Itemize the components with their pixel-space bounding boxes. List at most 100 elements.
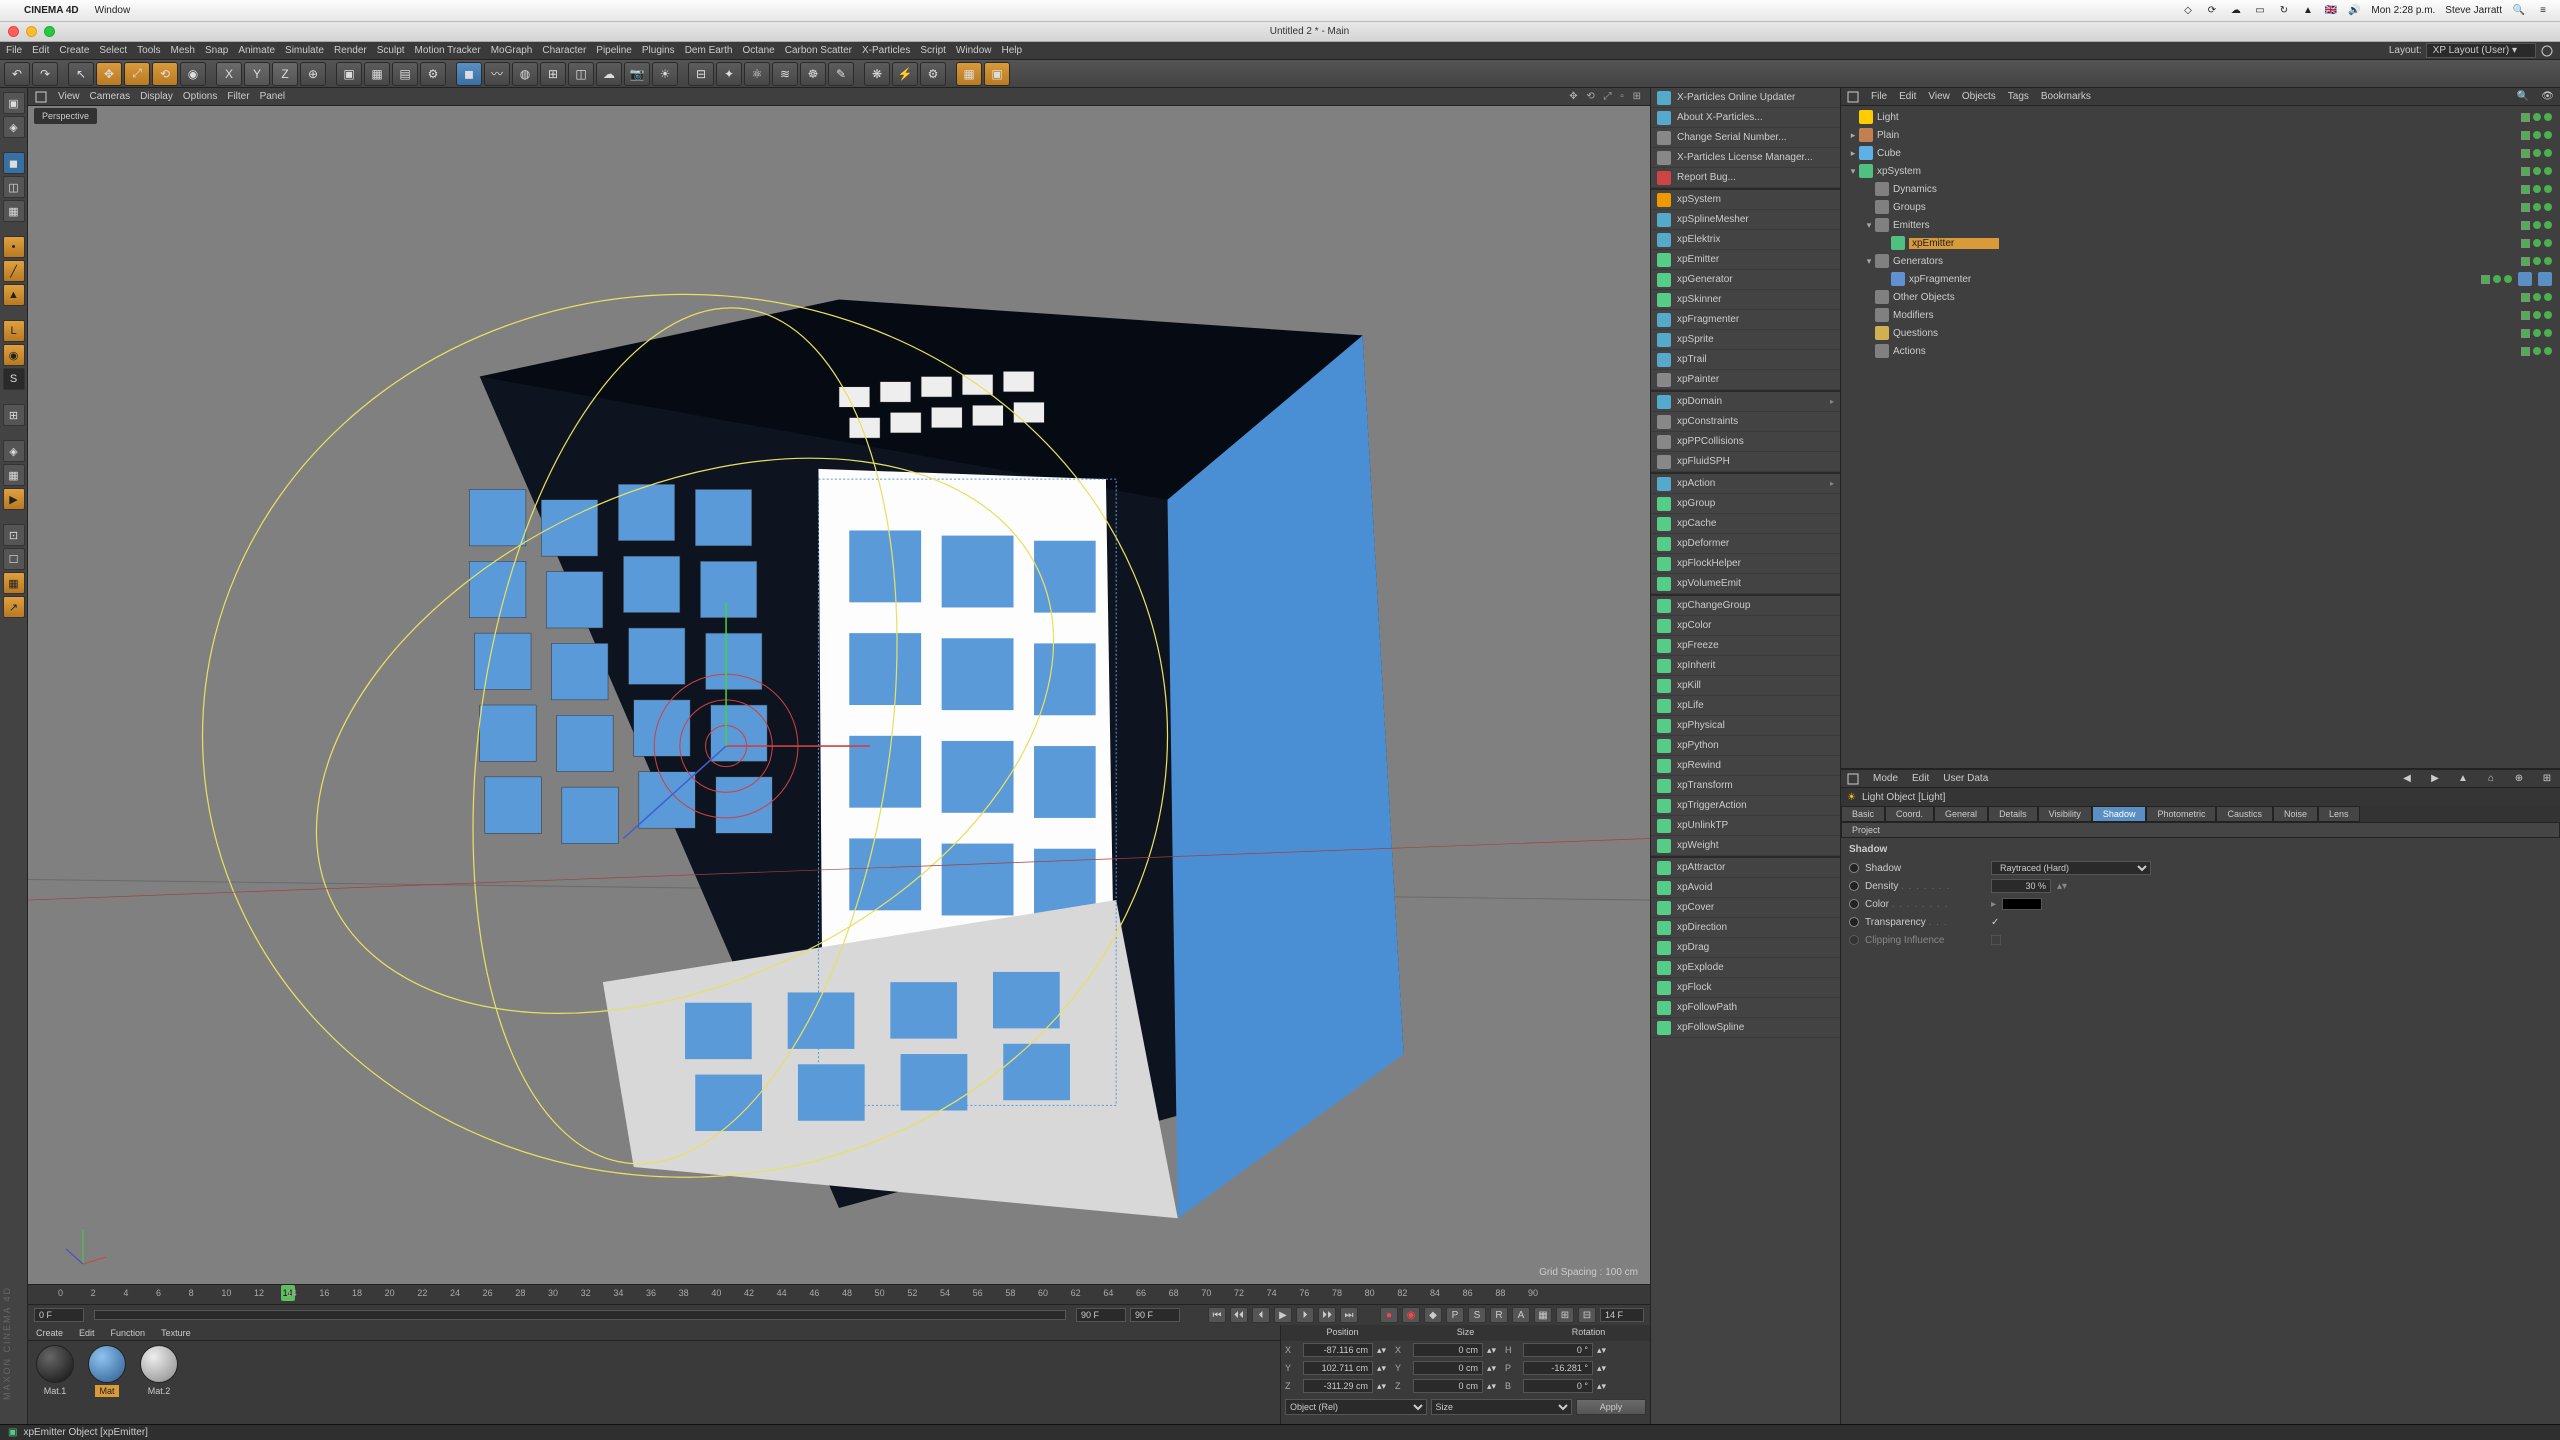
object-tree-row[interactable]: xpEmitter bbox=[1841, 234, 2560, 252]
zoom-icon[interactable] bbox=[44, 26, 55, 37]
edge-mode-button[interactable]: ╱ bbox=[3, 260, 25, 282]
select-tool[interactable]: ↖ bbox=[68, 62, 94, 86]
tweak-button[interactable]: ◈ bbox=[3, 440, 25, 462]
key-param-button[interactable]: A bbox=[1512, 1307, 1530, 1323]
plugin-item[interactable]: xpPython bbox=[1651, 736, 1840, 756]
timeline-start-field[interactable] bbox=[34, 1308, 84, 1322]
coord-apply-button[interactable]: Apply bbox=[1576, 1399, 1646, 1415]
coord-size-input[interactable] bbox=[1413, 1361, 1483, 1375]
plugin-item[interactable]: About X-Particles... bbox=[1651, 108, 1840, 128]
animation-button[interactable]: ▶ bbox=[3, 488, 25, 510]
record-button[interactable]: ● bbox=[1380, 1307, 1398, 1323]
xp-button2[interactable]: ⚡ bbox=[892, 62, 918, 86]
plugin-item[interactable]: xpTrail bbox=[1651, 350, 1840, 370]
tree-toggle-icon[interactable]: ▸ bbox=[1847, 130, 1859, 141]
plugin-item[interactable]: xpKill bbox=[1651, 676, 1840, 696]
key-pos-button[interactable]: P bbox=[1446, 1307, 1464, 1323]
point-mode-button[interactable]: • bbox=[3, 236, 25, 258]
object-tag[interactable] bbox=[2538, 272, 2552, 286]
attr-fwd-button[interactable]: ▶ bbox=[2428, 772, 2442, 786]
menu-character[interactable]: Character bbox=[542, 45, 586, 56]
object-visibility-dots[interactable] bbox=[2521, 347, 2552, 356]
menu-animate[interactable]: Animate bbox=[238, 45, 275, 56]
attr-tab-project[interactable]: Project bbox=[1841, 822, 2560, 838]
timemachine-icon[interactable]: ↻ bbox=[2277, 4, 2291, 18]
plugin-item[interactable]: xpSystem bbox=[1651, 190, 1840, 210]
menu-snap[interactable]: Snap bbox=[205, 45, 228, 56]
menu-mograph[interactable]: MoGraph bbox=[491, 45, 533, 56]
object-tree-row[interactable]: ▸Cube bbox=[1841, 144, 2560, 162]
object-tree-row[interactable]: Questions bbox=[1841, 324, 2560, 342]
vp-menu-display[interactable]: Display bbox=[140, 91, 173, 102]
attr-clipping-checkbox[interactable] bbox=[1991, 935, 2001, 945]
menu-window[interactable]: Window bbox=[956, 45, 992, 56]
store-button[interactable]: ▣ bbox=[984, 62, 1010, 86]
object-visibility-dots[interactable] bbox=[2481, 272, 2552, 286]
coord-rot-input[interactable] bbox=[1523, 1379, 1593, 1393]
attr-tab-basic[interactable]: Basic bbox=[1841, 806, 1885, 822]
plugin-item[interactable]: xpSplineMesher bbox=[1651, 210, 1840, 230]
plugin-item[interactable]: xpConstraints bbox=[1651, 412, 1840, 432]
cube-primitive-button[interactable]: ◼ bbox=[456, 62, 482, 86]
plugin-item[interactable]: xpAction▸ bbox=[1651, 474, 1840, 494]
plugin-item[interactable]: xpDirection bbox=[1651, 918, 1840, 938]
move-tool[interactable]: ✥ bbox=[96, 62, 122, 86]
key-opts-button[interactable]: ⊞ bbox=[1556, 1307, 1574, 1323]
menu-demearth[interactable]: Dem Earth bbox=[685, 45, 733, 56]
object-tree-row[interactable]: ▾xpSystem bbox=[1841, 162, 2560, 180]
volume-icon[interactable]: 🔊 bbox=[2347, 4, 2361, 18]
normals-button[interactable]: ↗ bbox=[3, 596, 25, 618]
make-editable-button[interactable]: ▣ bbox=[3, 92, 25, 114]
object-tree-row[interactable]: Other Objects bbox=[1841, 288, 2560, 306]
vp-menu-panel[interactable]: Panel bbox=[260, 91, 286, 102]
timeline-end-field2[interactable] bbox=[1130, 1308, 1180, 1322]
dynamics-button[interactable]: ⚛ bbox=[744, 62, 770, 86]
attr-panel-icon[interactable] bbox=[1847, 773, 1859, 785]
mac-clock[interactable]: Mon 2:28 p.m. bbox=[2371, 5, 2435, 16]
mac-user[interactable]: Steve Jarratt bbox=[2445, 5, 2502, 16]
object-tree-row[interactable]: Dynamics bbox=[1841, 180, 2560, 198]
plugin-item[interactable]: xpRewind bbox=[1651, 756, 1840, 776]
viewport-3d[interactable]: Grid Spacing : 100 cm bbox=[28, 126, 1650, 1284]
obj-menu-bookmarks[interactable]: Bookmarks bbox=[2041, 91, 2091, 102]
attr-new-icon[interactable]: ⊕ bbox=[2512, 772, 2526, 786]
attr-menu-icon[interactable]: ⊞ bbox=[2540, 772, 2554, 786]
effector-button[interactable]: ✦ bbox=[716, 62, 742, 86]
attr-menu-userdata[interactable]: User Data bbox=[1943, 773, 1988, 784]
coord-size-input[interactable] bbox=[1413, 1343, 1483, 1357]
layout-reset-icon[interactable] bbox=[2540, 44, 2554, 58]
plugin-item[interactable]: xpTransform bbox=[1651, 776, 1840, 796]
attr-menu-edit[interactable]: Edit bbox=[1912, 773, 1929, 784]
obj-menu-edit[interactable]: Edit bbox=[1899, 91, 1916, 102]
tree-toggle-icon[interactable]: ▾ bbox=[1863, 256, 1875, 267]
keyframe-sel-button[interactable]: ◆ bbox=[1424, 1307, 1442, 1323]
menu-pipeline[interactable]: Pipeline bbox=[596, 45, 632, 56]
object-visibility-dots[interactable] bbox=[2521, 257, 2552, 266]
menu-script[interactable]: Script bbox=[920, 45, 946, 56]
tree-toggle-icon[interactable]: ▾ bbox=[1847, 166, 1859, 177]
spotlight-icon[interactable]: 🔍 bbox=[2512, 4, 2526, 18]
obj-menu-file[interactable]: File bbox=[1871, 91, 1887, 102]
plugin-item[interactable]: xpFollowPath bbox=[1651, 998, 1840, 1018]
plugin-item[interactable]: xpColor bbox=[1651, 616, 1840, 636]
attr-tab-caustics[interactable]: Caustics bbox=[2216, 806, 2273, 822]
object-tree-row[interactable]: Groups bbox=[1841, 198, 2560, 216]
attr-color-anim-dot[interactable] bbox=[1849, 899, 1859, 909]
plugin-item[interactable]: xpWeight bbox=[1651, 836, 1840, 856]
notification-icon[interactable]: ≡ bbox=[2536, 4, 2550, 18]
object-visibility-dots[interactable] bbox=[2521, 221, 2552, 230]
material-thumb[interactable]: Mat.1 bbox=[32, 1345, 78, 1397]
object-visibility-dots[interactable] bbox=[2521, 113, 2552, 122]
menu-edit[interactable]: Edit bbox=[32, 45, 49, 56]
attr-color-expand[interactable]: ▸ bbox=[1991, 899, 1996, 910]
key-pla-button[interactable]: ▦ bbox=[1534, 1307, 1552, 1323]
plugin-item[interactable]: xpFollowSpline bbox=[1651, 1018, 1840, 1038]
mac-app-name[interactable]: CINEMA 4D bbox=[24, 5, 79, 16]
object-visibility-dots[interactable] bbox=[2521, 239, 2552, 248]
attr-tab-coord[interactable]: Coord. bbox=[1885, 806, 1934, 822]
viewport-config-icon[interactable] bbox=[34, 90, 48, 104]
obj-menu-objects[interactable]: Objects bbox=[1962, 91, 1996, 102]
next-key-button[interactable]: ⏵⏵ bbox=[1318, 1307, 1336, 1323]
attr-tab-details[interactable]: Details bbox=[1988, 806, 2038, 822]
menu-plugins[interactable]: Plugins bbox=[642, 45, 675, 56]
